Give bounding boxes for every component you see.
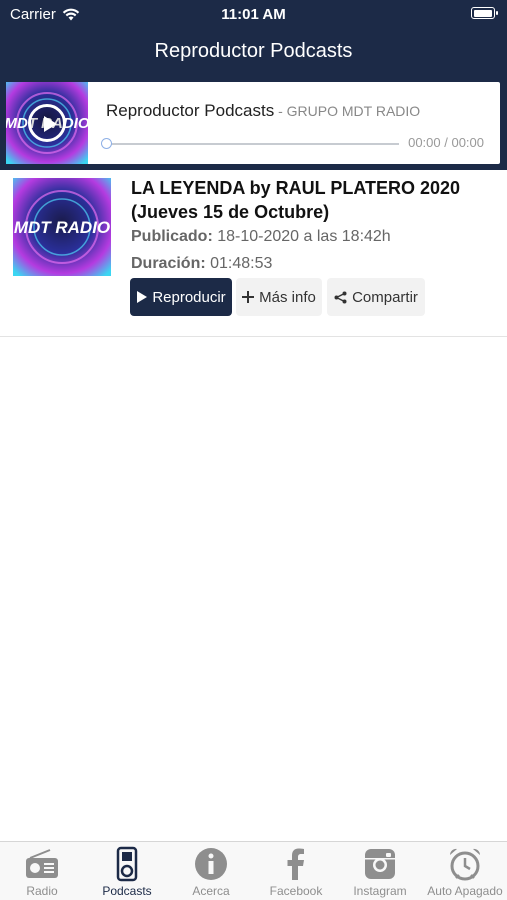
more-info-button[interactable]: Más info <box>236 278 322 316</box>
radio-icon <box>26 849 58 878</box>
episode-item: MDT RADIO LA LEYENDA by RAUL PLATERO 202… <box>0 170 507 337</box>
player-title: Reproductor Podcasts - GRUPO MDT RADIO <box>106 101 420 121</box>
tab-bar: Radio Podcasts Acerca Facebook Instagram… <box>0 841 507 900</box>
plus-icon <box>242 291 255 303</box>
tab-acerca[interactable]: Acerca <box>169 842 253 900</box>
published-label: Publicado: <box>131 228 213 245</box>
play-overlay-button[interactable] <box>28 104 66 142</box>
play-button[interactable]: Reproducir <box>130 278 232 316</box>
tab-auto-apagado-label: Auto Apagado <box>427 884 503 898</box>
player-subtitle: GRUPO MDT RADIO <box>286 103 421 119</box>
ipod-icon <box>116 846 138 882</box>
play-icon <box>137 291 148 303</box>
published-row: Publicado: 18-10-2020 a las 18:42h <box>131 228 391 246</box>
play-icon <box>44 116 57 132</box>
play-button-label: Reproducir <box>152 288 226 306</box>
clock: 11:01 AM <box>221 6 286 23</box>
player-title-separator: - <box>274 103 287 119</box>
tab-podcasts[interactable]: Podcasts <box>85 842 169 900</box>
page-title: Reproductor Podcasts <box>154 40 353 62</box>
share-label: Compartir <box>352 288 418 306</box>
tab-radio[interactable]: Radio <box>0 842 84 900</box>
tab-auto-apagado[interactable]: Auto Apagado <box>423 842 507 900</box>
duration-value: 01:48:53 <box>210 255 273 272</box>
episode-title: LA LEYENDA by RAUL PLATERO 2020 (Jueves … <box>131 178 461 222</box>
player-title-main: Reproductor Podcasts <box>106 101 275 120</box>
screen: Carrier 11:01 AM Reproductor Podcasts MD… <box>0 0 507 900</box>
episode-artwork-text: MDT RADIO <box>14 218 110 237</box>
header-area: Carrier 11:01 AM Reproductor Podcasts MD… <box>0 0 507 170</box>
status-bar: Carrier 11:01 AM <box>0 0 507 28</box>
player-time: 00:00 / 00:00 <box>408 135 484 150</box>
tab-facebook[interactable]: Facebook <box>254 842 338 900</box>
published-value: 18-10-2020 a las 18:42h <box>217 228 391 245</box>
info-icon <box>195 848 227 880</box>
facebook-icon <box>287 848 304 880</box>
share-icon <box>334 291 347 303</box>
episode-artwork: MDT RADIO <box>13 178 111 276</box>
duration-row: Duración: 01:48:53 <box>131 255 272 273</box>
progress-track[interactable] <box>106 143 399 145</box>
battery-icon <box>471 7 498 19</box>
alarm-clock-icon <box>449 848 481 881</box>
more-info-label: Más info <box>259 288 316 306</box>
progress-thumb[interactable] <box>101 138 112 149</box>
duration-label: Duración: <box>131 255 206 272</box>
share-button[interactable]: Compartir <box>327 278 425 316</box>
battery-fill <box>473 9 492 17</box>
tab-instagram[interactable]: Instagram <box>338 842 422 900</box>
instagram-icon <box>365 849 395 879</box>
mini-player: MDT RADIO Reproductor Podcasts - GRUPO M… <box>6 82 500 164</box>
